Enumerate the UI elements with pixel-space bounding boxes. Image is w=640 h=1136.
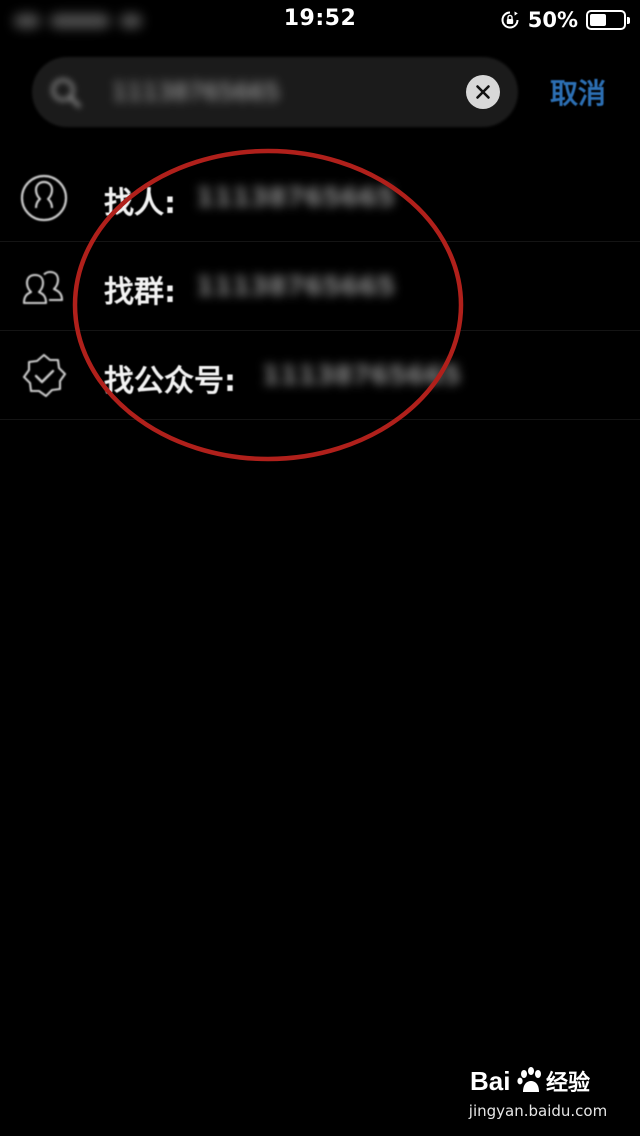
result-query: 11138765665 — [196, 183, 395, 213]
watermark-logo: Bai 经验 — [468, 1062, 608, 1100]
baidu-jingyan-watermark: Bai 经验 jingyan.baidu.com — [468, 1062, 608, 1120]
svg-text:Bai: Bai — [470, 1066, 510, 1096]
result-query: 11138765665 — [196, 272, 395, 302]
search-input[interactable] — [112, 78, 462, 106]
cancel-button[interactable]: 取消 — [550, 72, 606, 112]
status-right: 50% — [500, 6, 630, 34]
result-find-group[interactable]: 找群: 11138765665 — [0, 242, 640, 331]
result-find-official-account[interactable]: 找公众号: 11138765665 — [0, 331, 640, 420]
battery-icon — [586, 10, 630, 30]
svg-text:经验: 经验 — [546, 1070, 590, 1096]
result-label: 找人: — [104, 186, 176, 221]
status-bar: 19:52 50% — [0, 0, 640, 40]
close-icon — [476, 85, 490, 99]
watermark-url: jingyan.baidu.com — [468, 1102, 608, 1120]
clear-search-button[interactable] — [466, 75, 500, 109]
rotation-lock-icon — [500, 10, 520, 30]
person-icon — [18, 172, 70, 224]
result-label: 找公众号: — [104, 364, 236, 399]
result-label: 找群: — [104, 275, 176, 310]
group-icon — [18, 261, 70, 313]
battery-percent: 50% — [527, 8, 578, 32]
search-bar[interactable] — [32, 57, 518, 127]
result-find-person[interactable]: 找人: 11138765665 — [0, 153, 640, 242]
result-query: 11138765665 — [262, 361, 461, 391]
verified-badge-icon — [18, 350, 70, 402]
search-icon — [46, 73, 86, 113]
battery-level-fill — [590, 14, 606, 26]
search-results-list: 找人: 11138765665 找群: 11138765665 找公众号: 11… — [0, 153, 640, 420]
